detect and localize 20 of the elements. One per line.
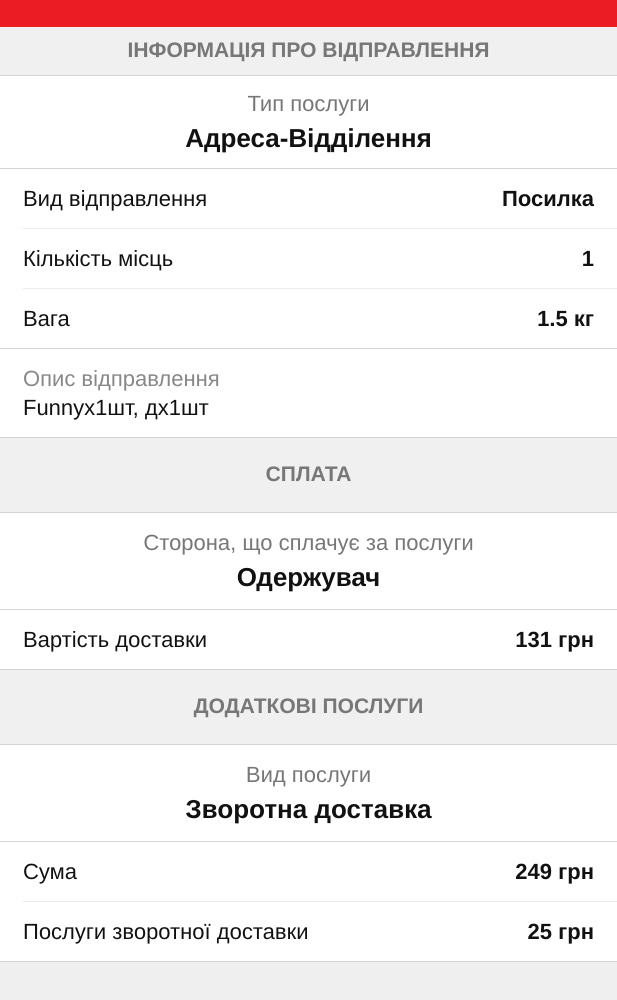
field-label: Послуги зворотної доставки — [23, 918, 308, 945]
field-value: 1.5 кг — [537, 305, 594, 332]
field-value: Посилка — [502, 185, 594, 212]
field-label: Тип послуги — [247, 90, 370, 117]
field-value: Одержувач — [236, 562, 380, 593]
field-value: Funnyx1шт, дх1шт — [23, 394, 209, 421]
field-value: Зворотна доставка — [185, 794, 432, 825]
field-label: Опис відправлення — [23, 365, 220, 392]
field-value: Адреса-Відділення — [185, 123, 432, 154]
field-label: Вартість доставки — [23, 626, 208, 653]
field-value: 131 грн — [515, 626, 594, 653]
field-value: 249 грн — [515, 858, 594, 885]
field-label: Вага — [23, 305, 70, 332]
field-label: Сторона, що сплачує за послуги — [143, 529, 474, 556]
field-label: Кількість місць — [23, 245, 174, 272]
field-value: 25 грн — [528, 918, 594, 945]
field-label: Сума — [23, 858, 78, 885]
field-value: 1 — [582, 245, 594, 272]
field-label: Вид послуги — [246, 761, 372, 788]
field-label: Вид відправлення — [23, 185, 208, 212]
